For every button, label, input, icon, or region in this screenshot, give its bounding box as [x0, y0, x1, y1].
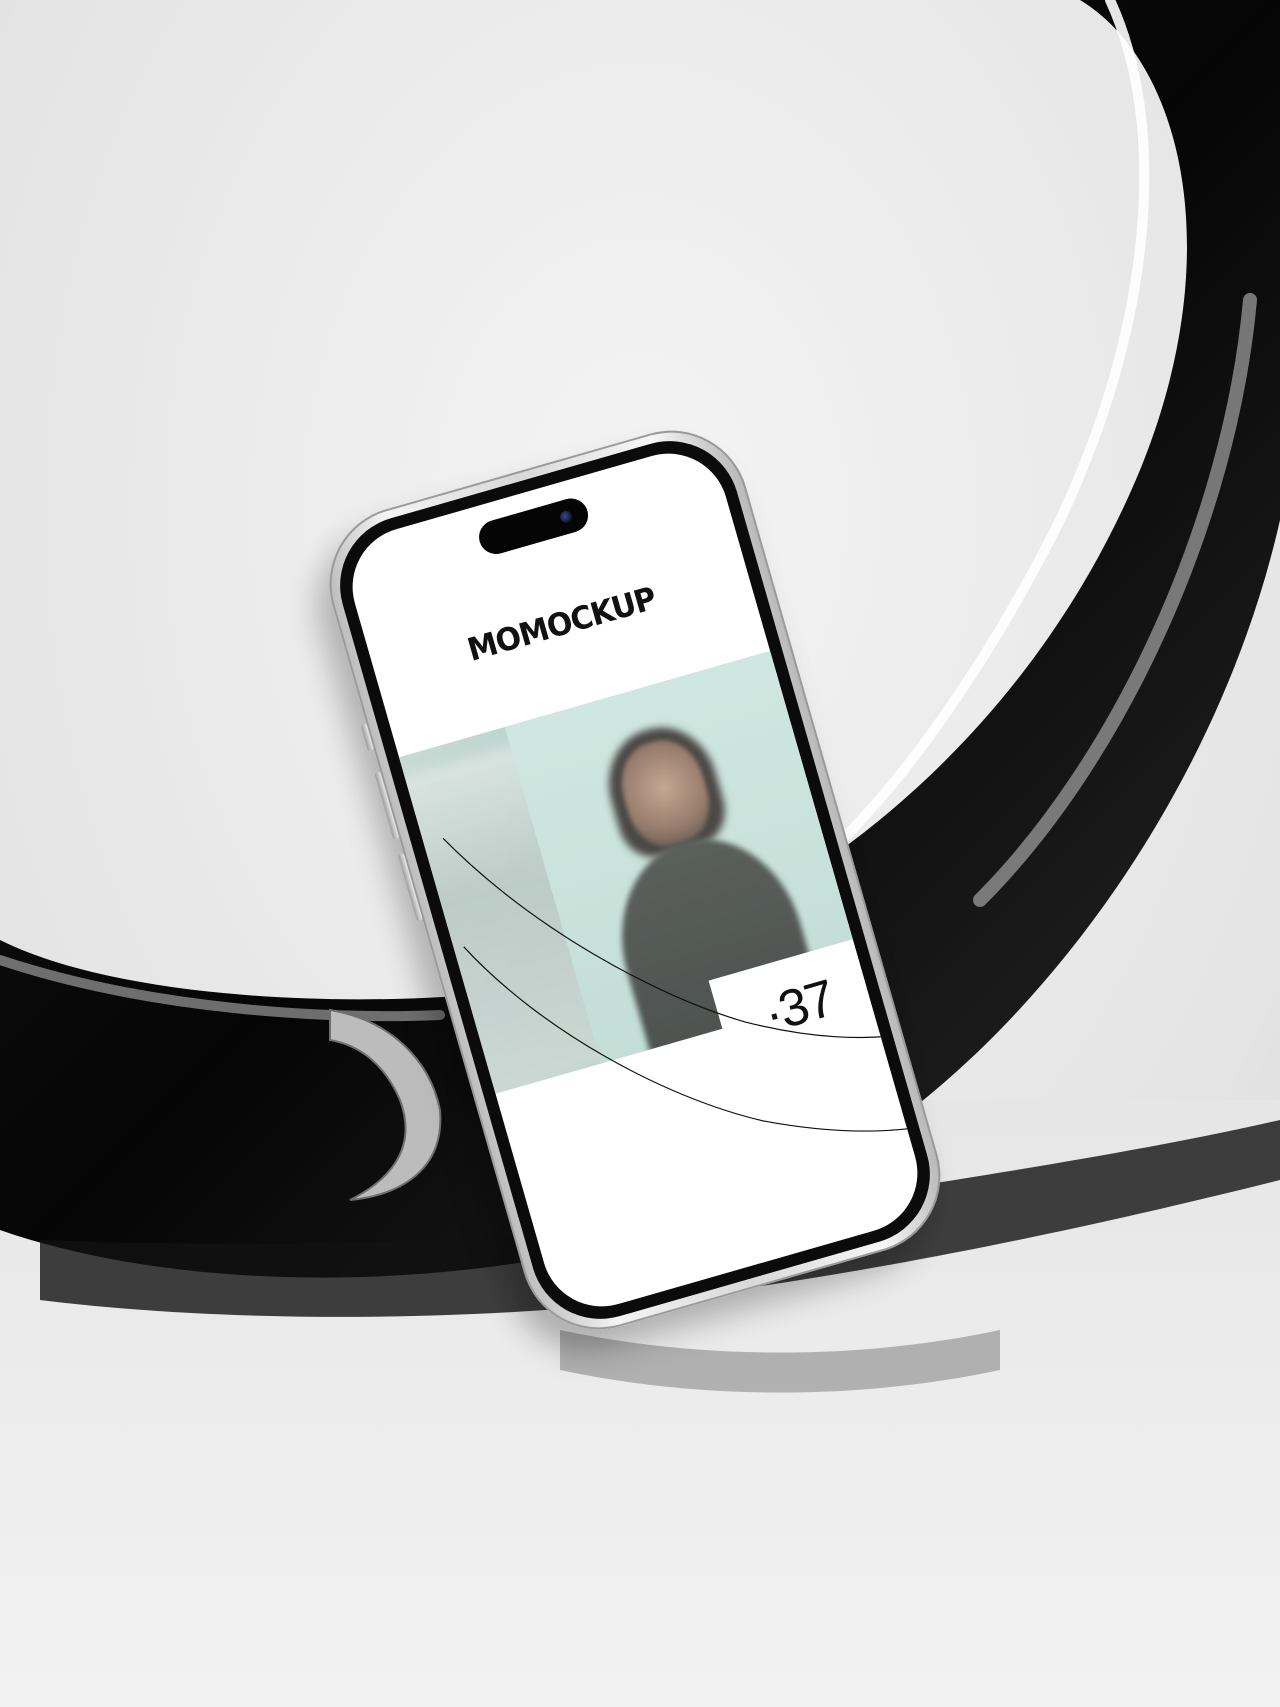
phone-bezel: MOMOCKUP ·37: [323, 424, 947, 1336]
arc-line-1: [442, 837, 902, 1039]
action-button: [360, 722, 375, 752]
mockup-scene: MOMOCKUP ·37: [0, 0, 1280, 1707]
arc-line-2: [463, 946, 928, 1132]
phone-layer: MOMOCKUP ·37: [0, 0, 1280, 1707]
decorative-arcs: [442, 837, 928, 1132]
phone-screen: MOMOCKUP ·37: [338, 439, 932, 1321]
smartphone: MOMOCKUP ·37: [311, 412, 959, 1348]
